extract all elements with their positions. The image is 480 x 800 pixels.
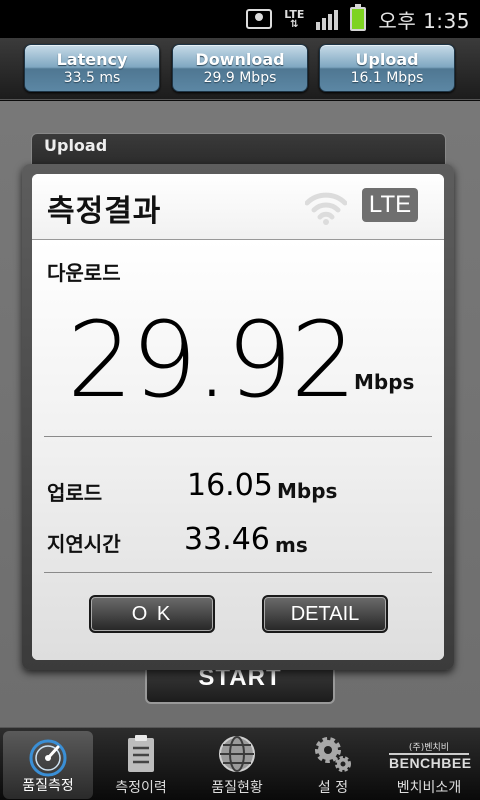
download-metric-title: Download [195,50,285,69]
nav-item-quality-status[interactable]: 품질현황 [189,728,285,800]
bottom-nav: 품질측정 측정이력 품질현황 설 정 (주)벤치비 BENCHBEE 벤치비소개 [0,727,480,800]
result-dialog-content: 측정결과 LTE 다운로드 29.92 Mbps 업로드 16.05 Mbps … [32,174,444,660]
wifi-icon [305,192,347,225]
latency-value: 33.46 [184,522,270,557]
battery-icon [350,4,367,31]
nav-item-quality-test[interactable]: 품질측정 [3,731,93,799]
contact-card-icon [246,9,273,29]
divider [44,572,432,573]
speedometer-icon [29,739,67,777]
nav-label: 품질현황 [211,780,263,796]
latency-metric-title: Latency [56,50,128,69]
upload-label: 업로드 [47,481,103,505]
latency-metric: Latency 33.5 ms [24,44,160,92]
download-metric-value: 29.9 Mbps [203,70,277,86]
clipboard-icon [128,735,154,772]
status-time: 오후 1:35 [378,8,470,33]
detail-button[interactable]: DETAIL [262,595,388,633]
dialog-body: 다운로드 29.92 Mbps 업로드 16.05 Mbps 지연시간 33.4… [32,240,444,660]
benchbee-logo-small: (주)벤치비 [408,743,450,753]
download-label: 다운로드 [47,261,121,285]
divider [44,436,432,437]
nav-label: 품질측정 [22,778,74,794]
nav-label: 벤치비소개 [396,780,462,796]
nav-item-settings[interactable]: 설 정 [285,728,381,800]
metric-bar: Latency 33.5 ms Download 29.9 Mbps Uploa… [0,38,480,100]
latency-unit: ms [275,533,308,557]
latency-label: 지연시간 [47,532,121,556]
download-metric: Download 29.9 Mbps [172,44,308,92]
lte-badge: LTE [362,188,418,222]
lte-network-label: LTE [284,7,305,21]
benchbee-logo-text: BENCHBEE [389,753,472,771]
gears-icon [315,737,351,772]
data-arrows-icon: ⇅ [290,18,299,30]
status-bar: LTE ⇅ 오후 1:35 [0,0,480,38]
upload-panel-label: Upload [44,136,108,155]
signal-strength-icon [316,8,339,30]
upload-metric-value: 16.1 Mbps [350,70,424,86]
download-unit: Mbps [354,370,415,394]
nav-item-about-benchbee[interactable]: (주)벤치비 BENCHBEE 벤치비소개 [381,728,477,800]
dialog-header: 측정결과 LTE [32,174,444,240]
nav-label: 설 정 [317,780,349,796]
upload-metric: Upload 16.1 Mbps [319,44,455,92]
download-value: 29.92 [67,299,357,421]
benchbee-logo: (주)벤치비 BENCHBEE [389,740,472,771]
upload-metric-title: Upload [355,50,419,69]
lte-data-icon: LTE ⇅ [284,9,304,30]
dialog-title: 측정결과 [47,194,162,229]
result-dialog: 측정결과 LTE 다운로드 29.92 Mbps 업로드 16.05 Mbps … [22,164,454,670]
nav-label: 측정이력 [115,780,167,796]
upload-value: 16.05 [187,468,273,503]
ok-button[interactable]: O K [89,595,215,633]
nav-item-history[interactable]: 측정이력 [93,728,189,800]
globe-icon [219,736,255,772]
latency-metric-value: 33.5 ms [63,70,121,86]
upload-unit: Mbps [277,479,338,503]
